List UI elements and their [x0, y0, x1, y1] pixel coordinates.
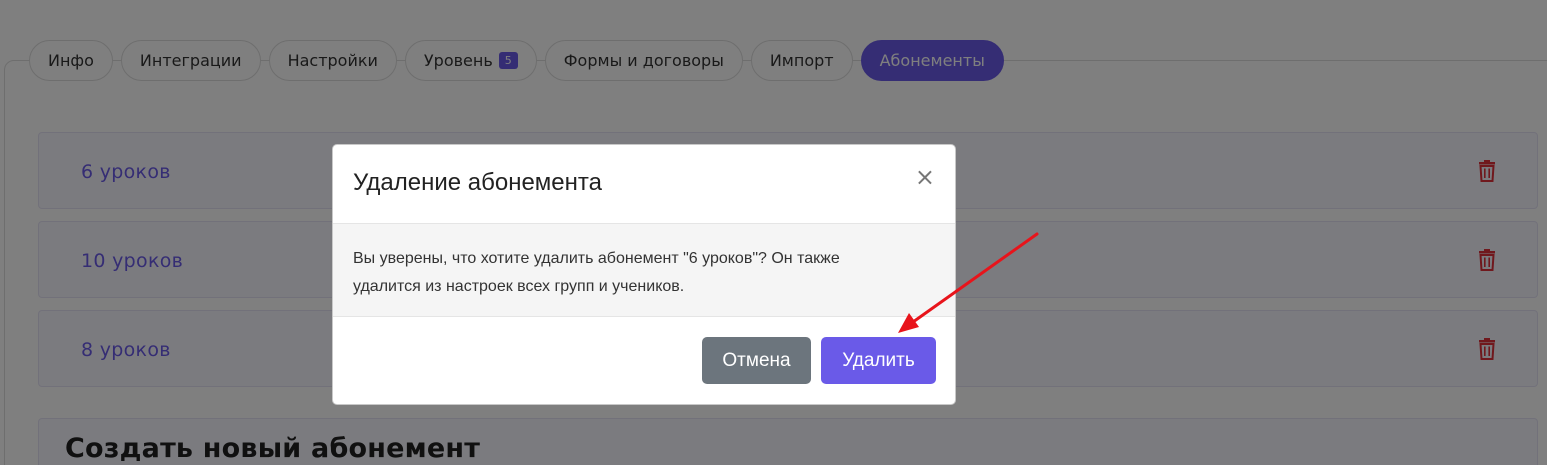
modal-message-line: удалится из настроек всех групп и ученик…: [353, 278, 685, 295]
modal-title: Удаление абонемента: [353, 169, 602, 196]
delete-button[interactable]: Удалить: [821, 337, 936, 384]
page: Инфо Интеграции Настройки Уровень 5 Форм…: [0, 0, 1547, 465]
delete-subscription-modal: Удаление абонемента × Вы уверены, что хо…: [332, 144, 956, 405]
modal-message-line: Вы уверены, что хотите удалить абонемент…: [353, 250, 840, 267]
close-icon[interactable]: ×: [915, 165, 935, 189]
modal-footer: Отмена Удалить: [333, 317, 955, 404]
cancel-button[interactable]: Отмена: [702, 337, 811, 384]
modal-header: Удаление абонемента ×: [333, 145, 955, 224]
modal-body: Вы уверены, что хотите удалить абонемент…: [333, 224, 955, 317]
